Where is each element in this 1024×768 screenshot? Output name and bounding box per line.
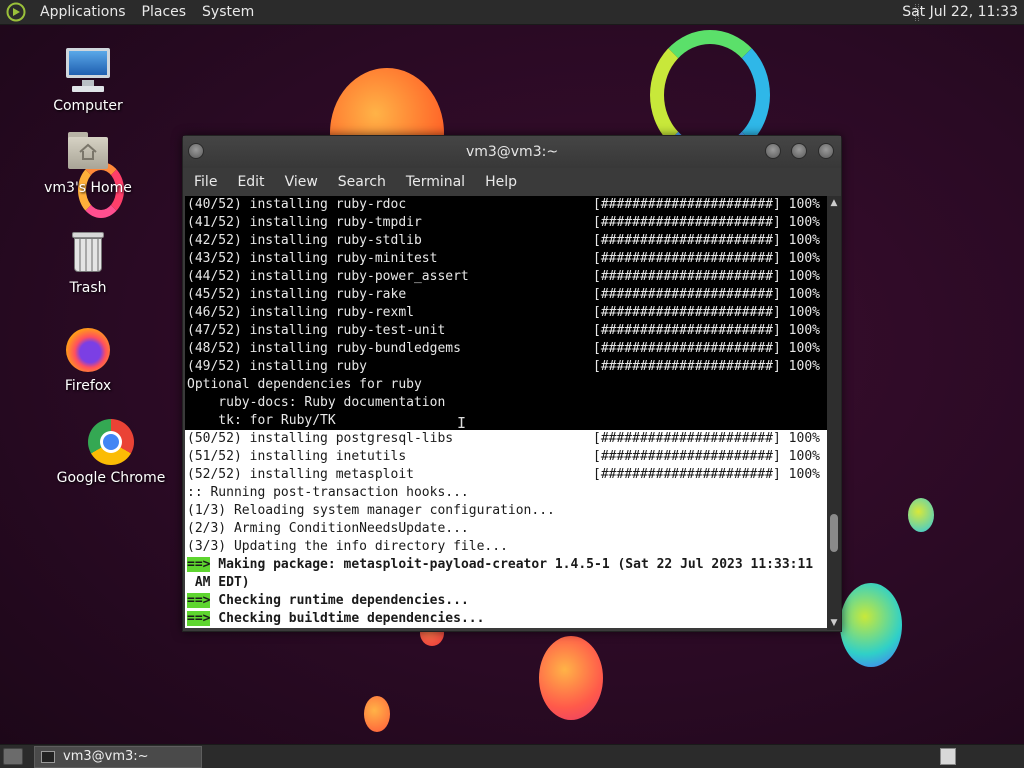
wallpaper-blob-bottom: [539, 636, 603, 720]
computer-icon: [64, 46, 112, 94]
install-line: (48/52) installing ruby-bundledgems [####…: [185, 340, 827, 358]
desktop-icon-firefox[interactable]: Firefox: [33, 326, 143, 394]
close-button[interactable]: [818, 143, 834, 159]
install-line: (45/52) installing ruby-rake [###########…: [185, 286, 827, 304]
install-line: (50/52) installing postgresql-libs [#####…: [185, 430, 827, 448]
install-line: (43/52) installing ruby-minitest [#######…: [185, 250, 827, 268]
terminal-window[interactable]: vm3@vm3:~ File Edit View Search Terminal…: [182, 135, 842, 632]
install-lines-block: (40/52) installing ruby-rdoc [###########…: [185, 196, 827, 430]
selection-block: (50/52) installing postgresql-libs [#####…: [185, 430, 827, 628]
desktop-icon-computer[interactable]: Computer: [33, 46, 143, 114]
terminal-icon: [41, 751, 55, 763]
scroll-up-arrow-icon[interactable]: ▲: [829, 198, 839, 208]
menu-edit[interactable]: Edit: [226, 174, 273, 190]
install-line: (47/52) installing ruby-test-unit [######…: [185, 322, 827, 340]
taskbar-window-label: vm3@vm3:~: [63, 749, 149, 764]
desktop-icon-label: Firefox: [64, 378, 112, 394]
install-line: (40/52) installing ruby-rdoc [###########…: [185, 196, 827, 214]
hook-line: (3/3) Updating the info directory file..…: [185, 538, 827, 556]
arrow-marker: ==>: [187, 611, 211, 626]
text-cursor-icon: I: [457, 414, 467, 432]
window-titlebar[interactable]: vm3@vm3:~: [183, 136, 841, 168]
hook-line: :: Running post-transaction hooks...: [185, 484, 827, 502]
maximize-button[interactable]: [791, 143, 807, 159]
window-menu-button[interactable]: [188, 143, 204, 159]
desktop-icon-label: Google Chrome: [56, 470, 166, 486]
install-line: (44/52) installing ruby-power_assert [###…: [185, 268, 827, 286]
scrollbar-thumb[interactable]: [830, 514, 838, 552]
menu-terminal[interactable]: Terminal: [395, 174, 474, 190]
install-line: (46/52) installing ruby-rexml [##########…: [185, 304, 827, 322]
terminal-menubar: File Edit View Search Terminal Help: [183, 168, 841, 195]
firefox-icon: [64, 326, 112, 374]
menu-search[interactable]: Search: [327, 174, 395, 190]
install-line: (41/52) installing ruby-tmpdir [#########…: [185, 214, 827, 232]
wallpaper-blob-right: [840, 583, 902, 667]
install-line: (52/52) installing metasploit [##########…: [185, 466, 827, 484]
install-line: (42/52) installing ruby-stdlib [#########…: [185, 232, 827, 250]
making-package-continuation: AM EDT): [185, 574, 827, 592]
bottom-panel: vm3@vm3:~: [0, 744, 1024, 768]
terminal-scrollbar[interactable]: ▲ ▼: [827, 196, 841, 630]
applications-menu[interactable]: Applications: [32, 4, 134, 20]
optional-dep-line: ruby-docs: Ruby documentation: [185, 394, 827, 412]
show-desktop-icon[interactable]: [3, 748, 23, 765]
menu-help[interactable]: Help: [474, 174, 526, 190]
optional-dep-line: tk: for Ruby/TK: [185, 412, 827, 430]
scroll-down-arrow-icon[interactable]: ▼: [829, 618, 839, 628]
top-panel: Applications Places System Sat Jul 22, 1…: [0, 0, 1024, 25]
desktop-icon-chrome[interactable]: Google Chrome: [56, 418, 166, 486]
desktop-icon-label: vm3's Home: [44, 180, 132, 196]
window-title: vm3@vm3:~: [465, 144, 559, 160]
distro-logo-icon[interactable]: [6, 2, 26, 22]
checking-runtime-line: ==> Checking runtime dependencies...: [185, 592, 827, 610]
minimize-button[interactable]: [765, 143, 781, 159]
menu-file[interactable]: File: [183, 174, 226, 190]
desktop-icon-trash[interactable]: Trash: [33, 228, 143, 296]
install-line: (51/52) installing inetutils [###########…: [185, 448, 827, 466]
desktop-icon-label: Computer: [53, 98, 123, 114]
arrow-marker: ==>: [187, 593, 211, 608]
desktop-icon-label: Trash: [69, 280, 107, 296]
home-folder-icon: [64, 128, 112, 176]
hook-line: (1/3) Reloading system manager configura…: [185, 502, 827, 520]
system-menu[interactable]: System: [194, 4, 262, 20]
wallpaper-blob-bottom-left: [364, 696, 390, 732]
optional-deps-header: Optional dependencies for ruby: [185, 376, 827, 394]
desktop-icon-home[interactable]: vm3's Home: [33, 128, 143, 196]
terminal-output[interactable]: (40/52) installing ruby-rdoc [###########…: [185, 196, 827, 630]
making-package-line: ==> Making package: metasploit-payload-c…: [185, 556, 827, 574]
menu-view[interactable]: View: [274, 174, 327, 190]
arrow-marker: ==>: [187, 557, 211, 572]
workspace-switcher[interactable]: [940, 748, 956, 765]
trash-icon: [64, 228, 112, 276]
chrome-icon: [87, 418, 135, 466]
clock[interactable]: Sat Jul 22, 11:33: [902, 4, 1018, 20]
places-menu[interactable]: Places: [134, 4, 195, 20]
taskbar-terminal-button[interactable]: vm3@vm3:~: [34, 746, 202, 768]
install-line: (49/52) installing ruby [################…: [185, 358, 827, 376]
checking-buildtime-line: ==> Checking buildtime dependencies...: [185, 610, 827, 628]
hook-line: (2/3) Arming ConditionNeedsUpdate...: [185, 520, 827, 538]
wallpaper-blob-small-right: [908, 498, 934, 532]
